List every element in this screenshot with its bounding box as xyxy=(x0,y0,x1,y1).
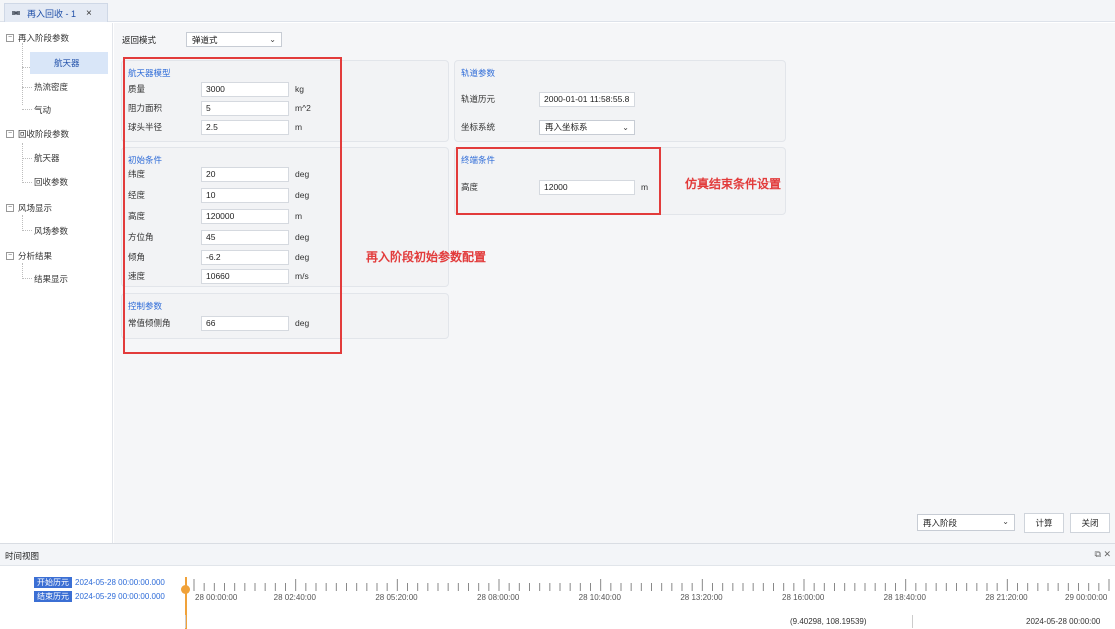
stage-select-value: 再入阶段 xyxy=(923,517,958,528)
tab-label: 再入回收 - 1 xyxy=(27,8,77,19)
annotation-box-termination xyxy=(456,147,661,215)
collapse-icon[interactable]: − xyxy=(6,252,14,260)
annotation-sim-end: 仿真结束条件设置 xyxy=(685,177,782,191)
annotation-box-reentry xyxy=(123,57,342,354)
annotation-reentry-init: 再入阶段初始参数配置 xyxy=(366,250,487,264)
tree-connector xyxy=(22,87,32,88)
tab-reentry-recovery[interactable]: 再入回收 - 1 × xyxy=(4,3,108,22)
start-epoch-value[interactable]: 2024-05-28 00:00:00.000 xyxy=(75,578,165,587)
field-coord-system: 坐标系统 再入坐标系 ⌄ xyxy=(455,119,635,135)
satellite-icon xyxy=(12,11,20,15)
return-mode-label: 返回模式 xyxy=(122,34,157,45)
timeline-ruler[interactable] xyxy=(190,579,1115,591)
sidebar-group-wind[interactable]: − 风场显示 xyxy=(6,197,52,219)
start-epoch-label: 开始历元 xyxy=(34,577,72,588)
sidebar-item-label: 风场参数 xyxy=(34,226,69,236)
coord-system-select[interactable]: 再入坐标系 ⌄ xyxy=(539,119,635,135)
sidebar-group-label: 回收阶段参数 xyxy=(18,129,70,139)
status-divider xyxy=(185,615,186,628)
tree-connector xyxy=(22,109,32,110)
timeline-tick-label: 28 00:00:00 xyxy=(195,593,238,602)
sidebar-item-wind-params[interactable]: 风场参数 xyxy=(34,220,68,242)
chevron-down-icon: ⌄ xyxy=(622,122,629,132)
chevron-down-icon: ⌄ xyxy=(1002,517,1009,526)
timeline-tick-label: 28 21:20:00 xyxy=(985,593,1028,602)
sidebar-group-recovery[interactable]: − 回收阶段参数 xyxy=(6,123,69,145)
timeline-tick-label: 28 13:20:00 xyxy=(680,593,723,602)
calculate-button[interactable]: 计算 xyxy=(1024,513,1064,533)
playhead-handle[interactable] xyxy=(181,585,190,594)
sidebar-item-heat-flux[interactable]: 热流密度 xyxy=(34,76,68,98)
field-orbit-epoch: 轨道历元 2000-01-01 11:58:55.8 xyxy=(455,91,635,107)
timeline-tick-label: 28 10:40:00 xyxy=(578,593,621,602)
sidebar-item-result-display[interactable]: 结果显示 xyxy=(34,268,68,290)
tree-connector xyxy=(22,143,23,183)
main-panel: 返回模式 弹道式 ⌄ 航天器模型 质量 3000 kg 阻力面积 5 m^2 球… xyxy=(114,23,1115,543)
timeline-tick-label: 28 08:00:00 xyxy=(477,593,520,602)
tree-connector xyxy=(22,278,32,279)
timeline-tick-label: 29 00:00:00 xyxy=(1065,593,1108,602)
time-view-title: 时间视图 xyxy=(5,551,40,561)
status-coordinates: (9.40298, 108.19539) xyxy=(790,617,867,626)
time-view-panel: 时间视图 ⧉ ✕ 开始历元 2024-05-28 00:00:00.000 结束… xyxy=(0,543,1115,629)
collapse-icon[interactable]: − xyxy=(6,34,14,42)
timeline-tick-label: 28 16:00:00 xyxy=(782,593,825,602)
timeline-tick-label: 28 05:20:00 xyxy=(375,593,418,602)
end-epoch-label: 结束历元 xyxy=(34,591,72,602)
restore-window-icon[interactable]: ⧉ ✕ xyxy=(1095,549,1111,560)
orbit-epoch-input[interactable]: 2000-01-01 11:58:55.8 xyxy=(539,91,635,107)
orbit-params-panel: 轨道参数 轨道历元 2000-01-01 11:58:55.8 坐标系统 再入坐… xyxy=(454,60,786,142)
time-view-header: 时间视图 ⧉ ✕ xyxy=(0,544,1115,566)
return-mode-select[interactable]: 弹道式 ⌄ xyxy=(186,32,282,47)
sidebar-group-reentry[interactable]: − 再入阶段参数 xyxy=(6,27,69,49)
end-epoch-value[interactable]: 2024-05-29 00:00:00.000 xyxy=(75,592,165,601)
coord-system-value: 再入坐标系 xyxy=(545,122,588,132)
panel-title: 轨道参数 xyxy=(461,68,496,78)
sidebar-item-label: 航天器 xyxy=(34,153,60,163)
close-icon[interactable]: × xyxy=(86,8,92,19)
sidebar-item-label: 航天器 xyxy=(54,58,80,68)
tree-connector xyxy=(22,158,32,159)
status-current-time: 2024-05-28 00:00:00 xyxy=(1026,617,1101,626)
sidebar-group-label: 分析结果 xyxy=(18,251,53,261)
return-mode-row: 返回模式 弹道式 ⌄ xyxy=(122,32,282,47)
sidebar-group-results[interactable]: − 分析结果 xyxy=(6,245,52,267)
sidebar-item-label: 结果显示 xyxy=(34,274,69,284)
return-mode-value: 弹道式 xyxy=(192,34,218,45)
start-epoch-row: 开始历元 2024-05-28 00:00:00.000 xyxy=(34,577,165,588)
timeline-tick-label: 28 02:40:00 xyxy=(273,593,316,602)
sidebar-item-aero[interactable]: 气动 xyxy=(34,99,51,121)
tree-connector xyxy=(22,182,32,183)
tab-bar: 再入回收 - 1 × xyxy=(0,0,1115,22)
sidebar-item-spacecraft[interactable]: 航天器 xyxy=(30,52,108,74)
timeline-tick-label: 28 18:40:00 xyxy=(883,593,926,602)
collapse-icon[interactable]: − xyxy=(6,204,14,212)
status-divider xyxy=(912,615,913,628)
field-label: 坐标系统 xyxy=(461,122,496,132)
sidebar-item-recovery-spacecraft[interactable]: 航天器 xyxy=(34,147,60,169)
collapse-icon[interactable]: − xyxy=(6,130,14,138)
sidebar-item-label: 气动 xyxy=(34,105,52,115)
tree-connector xyxy=(22,43,23,105)
chevron-down-icon: ⌄ xyxy=(269,35,276,44)
sidebar-group-label: 再入阶段参数 xyxy=(18,33,70,43)
sidebar-item-recovery-params[interactable]: 回收参数 xyxy=(34,171,68,193)
tree-connector xyxy=(22,230,32,231)
end-epoch-row: 结束历元 2024-05-29 00:00:00.000 xyxy=(34,591,165,602)
sidebar-tree: − 再入阶段参数 航天器 热流密度 气动 − 回收阶段参数 航天器 回收参数 −… xyxy=(0,23,113,543)
stage-select[interactable]: 再入阶段 ⌄ xyxy=(917,514,1015,531)
close-button[interactable]: 关闭 xyxy=(1070,513,1110,533)
field-label: 轨道历元 xyxy=(461,94,496,104)
sidebar-item-label: 回收参数 xyxy=(34,177,69,187)
sidebar-group-label: 风场显示 xyxy=(18,203,53,213)
sidebar-item-label: 热流密度 xyxy=(34,82,69,92)
